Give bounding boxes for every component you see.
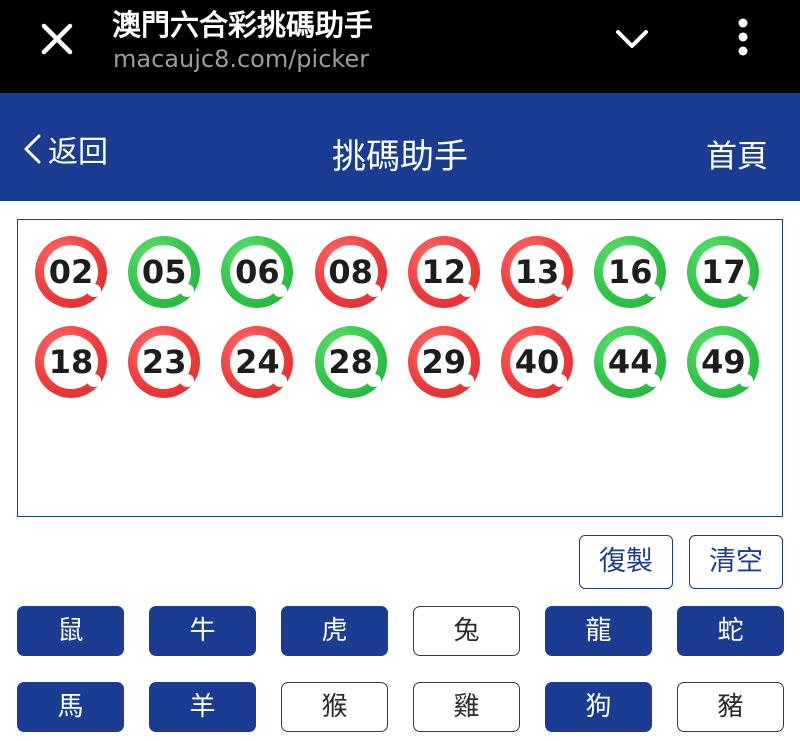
browser-toolbar: 澳門六合彩挑碼助手 macaujc8.com/picker xyxy=(0,0,800,93)
back-label: 返回 xyxy=(48,135,108,170)
number-ball[interactable]: 44 xyxy=(594,326,667,398)
ball-number: 40 xyxy=(514,343,560,381)
ball-highlight xyxy=(459,374,474,387)
copy-button[interactable]: 復製 xyxy=(579,535,673,589)
number-ball[interactable]: 08 xyxy=(314,236,387,308)
ball-number: 23 xyxy=(141,343,187,381)
ball-number: 13 xyxy=(514,253,560,291)
ball-number: 24 xyxy=(235,343,280,381)
ball-number: 17 xyxy=(701,253,746,291)
ball-number: 02 xyxy=(48,253,94,291)
zodiac-button[interactable]: 猴 xyxy=(281,682,388,732)
number-ball[interactable]: 40 xyxy=(501,326,573,398)
number-ball[interactable]: 17 xyxy=(687,236,760,308)
close-icon[interactable] xyxy=(36,18,78,60)
zodiac-button[interactable]: 鼠 xyxy=(17,606,124,656)
zodiac-button[interactable]: 羊 xyxy=(149,682,256,732)
ball-highlight xyxy=(459,284,474,297)
ball-highlight xyxy=(366,374,381,387)
ball-number: 12 xyxy=(421,253,467,291)
zodiac-button[interactable]: 馬 xyxy=(17,682,124,732)
ball-number: 06 xyxy=(235,253,280,291)
home-link[interactable]: 首頁 xyxy=(706,131,768,176)
number-ball[interactable]: 06 xyxy=(221,236,294,308)
number-ball[interactable]: 05 xyxy=(128,236,201,308)
chevron-left-icon xyxy=(24,134,41,164)
zodiac-button[interactable]: 兔 xyxy=(413,606,520,656)
ball-number: 08 xyxy=(328,253,373,291)
number-ball[interactable]: 28 xyxy=(314,326,387,398)
number-ball[interactable]: 49 xyxy=(687,326,760,398)
zodiac-button[interactable]: 狗 xyxy=(545,682,652,732)
number-ball[interactable]: 29 xyxy=(407,326,480,398)
ball-number: 18 xyxy=(48,343,94,381)
ball-number: 29 xyxy=(421,343,467,381)
zodiac-button[interactable]: 牛 xyxy=(149,606,256,656)
number-ball[interactable]: 02 xyxy=(35,236,107,308)
back-button[interactable]: 返回 xyxy=(20,131,108,170)
ball-number: 28 xyxy=(328,343,373,381)
picked-numbers-box: 02 05 06 08 12 13 16 17 18 23 24 28 29 40 44 49 xyxy=(17,219,783,517)
ball-highlight xyxy=(553,374,567,387)
ball-number: 05 xyxy=(141,253,187,291)
number-ball[interactable]: 16 xyxy=(594,236,667,308)
ball-number: 49 xyxy=(701,343,746,381)
number-ball[interactable]: 12 xyxy=(407,236,480,308)
ball-highlight xyxy=(553,284,567,297)
ball-highlight xyxy=(87,284,101,297)
more-vertical-icon[interactable] xyxy=(730,16,756,58)
chevron-down-icon[interactable] xyxy=(612,24,652,54)
app-header: 返回 挑碼助手 首頁 xyxy=(0,93,800,201)
number-ball[interactable]: 13 xyxy=(501,236,573,308)
zodiac-button[interactable]: 豬 xyxy=(677,682,784,732)
ball-highlight xyxy=(366,284,381,297)
ball-highlight xyxy=(87,374,101,387)
browser-url[interactable]: macaujc8.com/picker xyxy=(113,45,369,73)
number-ball[interactable]: 24 xyxy=(221,326,294,398)
number-ball[interactable]: 18 xyxy=(35,326,107,398)
browser-page-title: 澳門六合彩挑碼助手 xyxy=(112,8,374,42)
ball-number: 44 xyxy=(607,343,653,381)
zodiac-button[interactable]: 雞 xyxy=(413,682,520,732)
page-title: 挑碼助手 xyxy=(332,137,468,177)
zodiac-button[interactable]: 蛇 xyxy=(677,606,784,656)
zodiac-button[interactable]: 龍 xyxy=(545,606,652,656)
ball-number: 16 xyxy=(607,253,653,291)
clear-button[interactable]: 清空 xyxy=(689,535,783,589)
zodiac-button[interactable]: 虎 xyxy=(281,606,388,656)
number-ball[interactable]: 23 xyxy=(128,326,201,398)
